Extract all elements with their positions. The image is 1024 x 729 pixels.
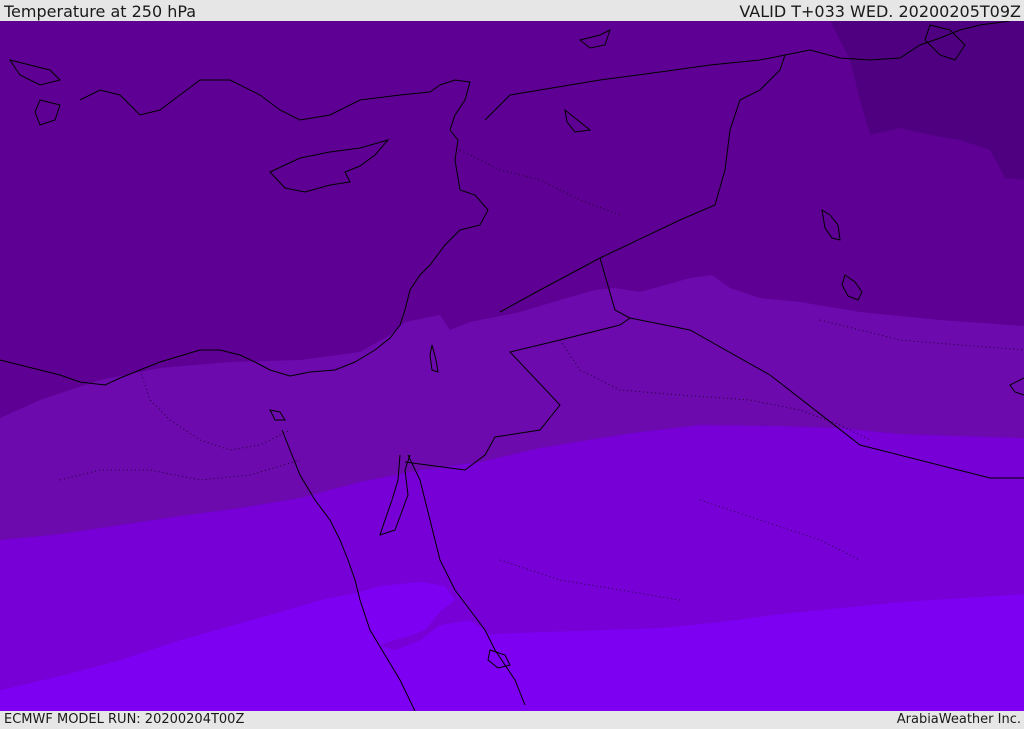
credit-label: ArabiaWeather Inc. <box>896 712 1021 727</box>
model-run-label: ECMWF MODEL RUN: 20200204T00Z <box>4 712 245 727</box>
header-bar: Temperature at 250 hPa VALID T+033 WED. … <box>0 0 1024 21</box>
map-viewer: Temperature at 250 hPa VALID T+033 WED. … <box>0 0 1024 729</box>
temperature-map[interactable] <box>0 21 1024 711</box>
footer-bar: ECMWF MODEL RUN: 20200204T00Z ArabiaWeat… <box>0 711 1024 729</box>
map-canvas <box>0 21 1024 711</box>
valid-time: VALID T+033 WED. 20200205T09Z <box>739 2 1021 21</box>
map-title: Temperature at 250 hPa <box>4 2 197 21</box>
